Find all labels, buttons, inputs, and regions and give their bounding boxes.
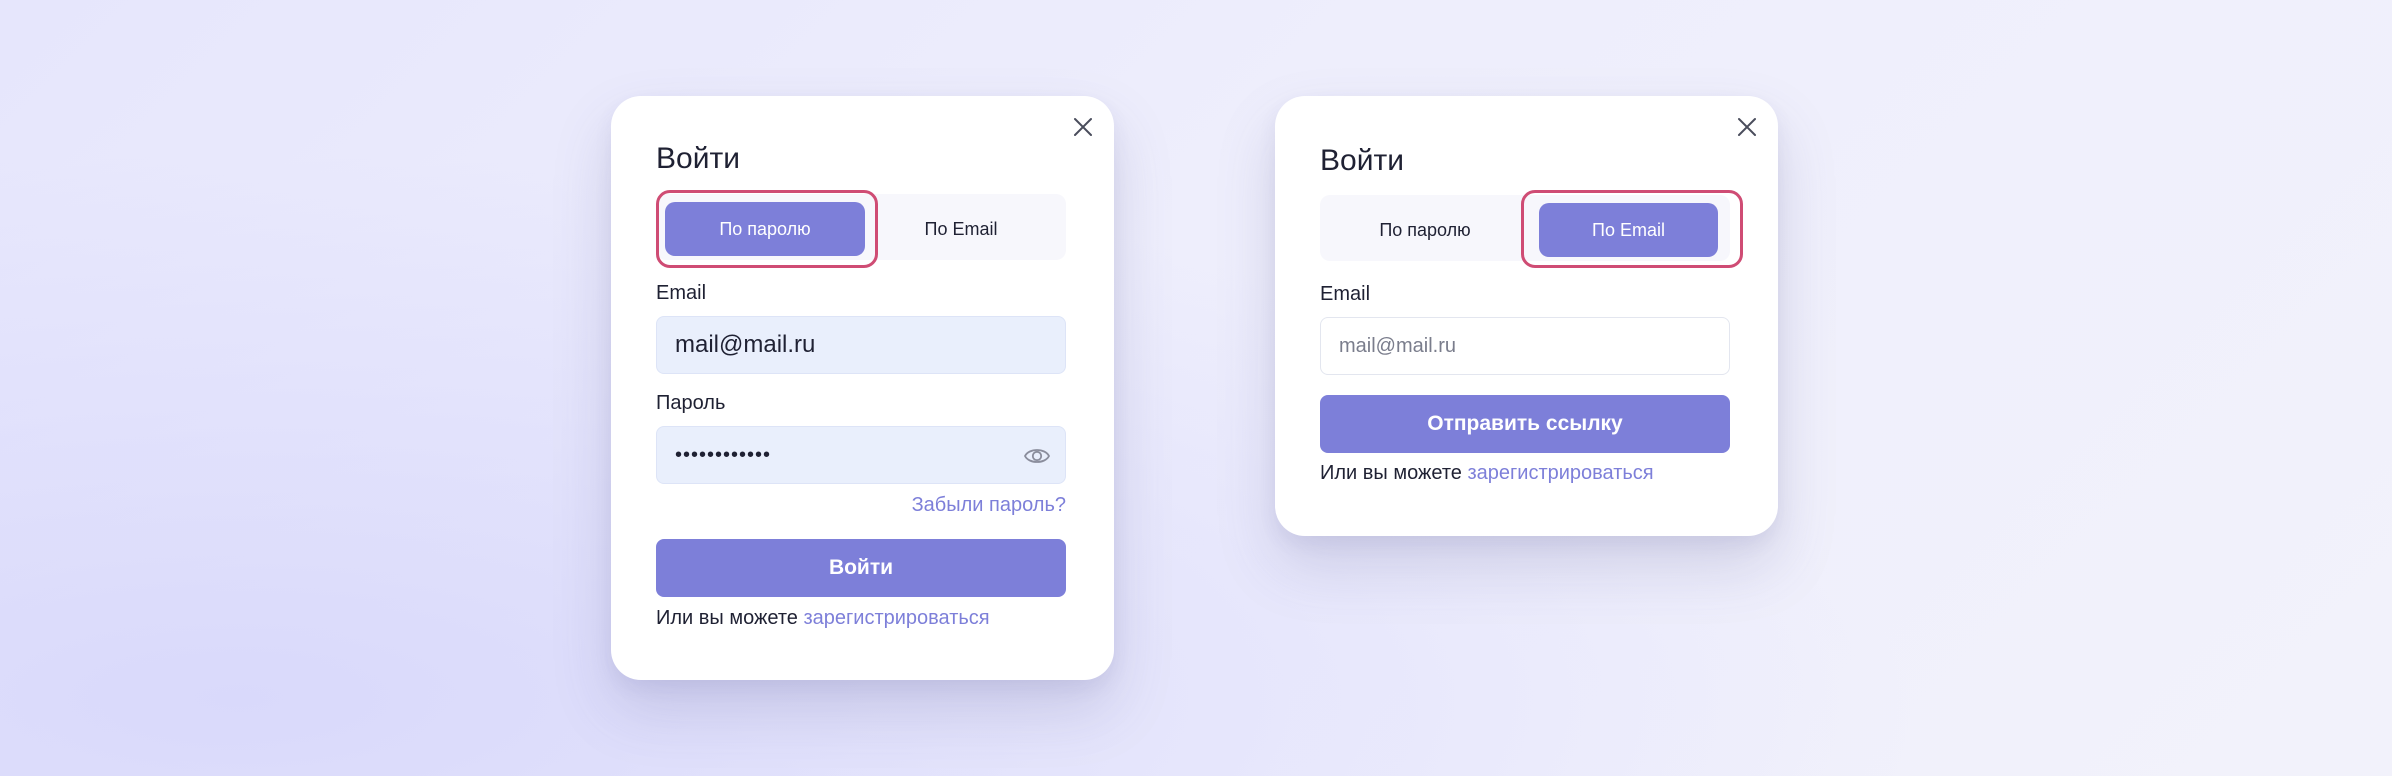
register-prompt: Или вы можете зарегистрироваться [656,607,990,630]
login-method-tabs: По паролю По Email [1320,195,1730,261]
login-button[interactable]: Войти [656,539,1066,597]
tab-by-email[interactable]: По Email [1539,203,1718,257]
email-placeholder: mail@mail.ru [1339,334,1456,357]
email-label: Email [1320,283,1371,305]
close-button[interactable] [1068,112,1098,142]
tab-by-password[interactable]: По паролю [1329,203,1521,257]
forgot-password-link[interactable]: Забыли пароль? [912,494,1066,517]
tab-by-email[interactable]: По Email [865,202,1057,256]
password-value: •••••••••••• [675,443,772,466]
register-link[interactable]: зарегистрироваться [1467,462,1653,484]
email-label: Email [656,282,707,304]
close-icon [1738,118,1756,136]
password-field[interactable]: •••••••••••• [656,426,1066,484]
register-prompt-text: Или вы можете [1320,462,1462,484]
dialog-title: Войти [656,142,740,175]
password-label: Пароль [656,392,726,414]
register-prompt-text: Или вы можете [656,607,798,629]
send-link-button[interactable]: Отправить ссылку [1320,395,1730,453]
login-dialog-password: Войти По паролю По Email Email mail@mail… [611,96,1114,680]
email-value: mail@mail.ru [675,331,816,358]
register-link[interactable]: зарегистрироваться [803,607,989,629]
login-method-tabs: По паролю По Email [656,194,1066,260]
tab-by-password[interactable]: По паролю [665,202,865,256]
email-field[interactable]: mail@mail.ru [656,316,1066,374]
eye-icon[interactable] [1023,443,1051,469]
register-prompt: Или вы можете зарегистрироваться [1320,462,1654,485]
dialog-title: Войти [1320,144,1404,177]
email-field[interactable]: mail@mail.ru [1320,317,1730,375]
login-dialog-email: Войти По паролю По Email Email mail@mail… [1275,96,1778,536]
close-icon [1074,118,1092,136]
close-button[interactable] [1732,112,1762,142]
